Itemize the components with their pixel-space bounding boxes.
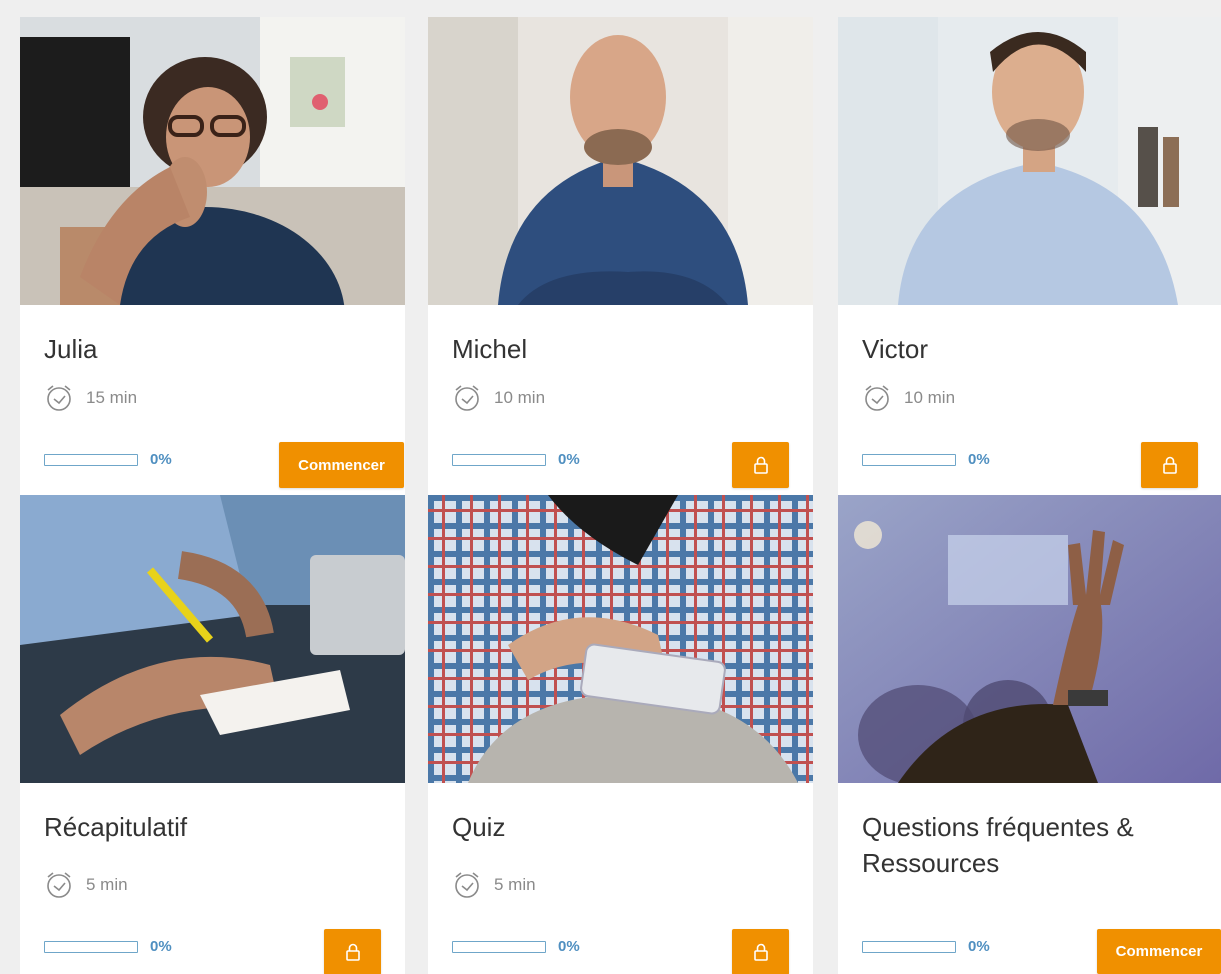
module-grid: Julia 15 min 0% Commencer Michel 10 min … <box>0 0 1221 974</box>
lock-icon <box>1162 456 1177 474</box>
lock-icon <box>753 943 768 961</box>
progress-percent: 0% <box>968 451 990 468</box>
card-photo <box>838 495 1221 783</box>
card-duration: 5 min <box>44 871 128 899</box>
locked-button[interactable] <box>324 929 381 974</box>
progress-bar <box>452 940 546 953</box>
duration-text: 5 min <box>86 875 128 894</box>
progress-percent: 0% <box>968 938 990 955</box>
card-title: Victor <box>862 334 928 364</box>
locked-button[interactable] <box>732 442 789 488</box>
card-title: Michel <box>452 334 528 364</box>
card-title: Quiz <box>452 812 506 842</box>
card-title: Questions fréquentes & Ressources <box>862 812 1134 878</box>
progress-row: 0% <box>44 938 172 955</box>
alarm-clock-icon <box>47 872 71 898</box>
card-photo <box>428 17 813 305</box>
progress-bar <box>452 453 546 466</box>
progress-percent: 0% <box>558 938 580 955</box>
card-photo <box>20 495 405 783</box>
module-card-victor[interactable]: Victor 10 min 0% <box>838 17 1221 495</box>
card-duration: 15 min <box>44 384 137 412</box>
progress-bar <box>862 453 956 466</box>
progress-percent: 0% <box>558 451 580 468</box>
alarm-clock-icon <box>47 385 71 411</box>
alarm-clock-icon <box>455 872 479 898</box>
progress-row: 0% <box>44 451 172 468</box>
card-title: Récapitulatif <box>44 812 188 842</box>
card-duration: 5 min <box>452 871 536 899</box>
progress-row: 0% <box>452 451 580 468</box>
duration-text: 10 min <box>904 388 956 407</box>
card-photo <box>428 495 813 783</box>
card-photo <box>838 17 1221 305</box>
progress-row: 0% <box>862 451 990 468</box>
module-card-faq-resources[interactable]: Questions fréquentes & Ressources 0% Com… <box>838 495 1221 974</box>
card-photo <box>20 17 405 305</box>
locked-button[interactable] <box>1141 442 1198 488</box>
progress-row: 0% <box>862 938 990 955</box>
alarm-clock-icon <box>455 385 479 411</box>
progress-percent: 0% <box>150 451 172 468</box>
module-card-recapitulatif[interactable]: Récapitulatif 5 min 0% <box>20 495 405 974</box>
locked-button[interactable] <box>732 929 789 974</box>
lock-icon <box>345 943 360 961</box>
module-card-quiz[interactable]: Quiz 5 min 0% <box>428 495 813 974</box>
start-button[interactable]: Commencer <box>279 442 404 488</box>
start-button[interactable]: Commencer <box>1097 929 1221 974</box>
progress-bar <box>862 940 956 953</box>
alarm-clock-icon <box>865 385 889 411</box>
duration-text: 5 min <box>494 875 536 894</box>
card-duration: 10 min <box>862 384 955 412</box>
duration-text: 10 min <box>494 388 546 407</box>
module-card-julia[interactable]: Julia 15 min 0% Commencer <box>20 17 405 495</box>
progress-percent: 0% <box>150 938 172 955</box>
lock-icon <box>753 456 768 474</box>
progress-bar <box>44 940 138 953</box>
progress-bar <box>44 453 138 466</box>
module-card-michel[interactable]: Michel 10 min 0% <box>428 17 813 495</box>
progress-row: 0% <box>452 938 580 955</box>
card-duration: 10 min <box>452 384 545 412</box>
card-title: Julia <box>44 334 98 364</box>
duration-text: 15 min <box>86 388 138 407</box>
